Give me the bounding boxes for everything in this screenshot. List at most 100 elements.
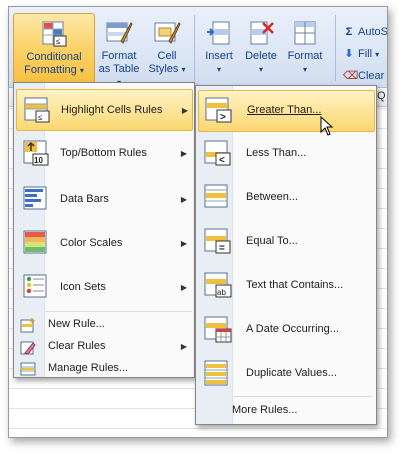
submenu-arrow-icon: ▶ — [180, 238, 187, 248]
top-bottom-icon: 10 — [23, 140, 49, 166]
submenu-item-label: Between... — [246, 191, 298, 203]
clear-label: Clear — [358, 70, 385, 82]
chevron-down-icon: ▾ — [258, 65, 263, 74]
chevron-down-icon: ▾ — [79, 66, 84, 75]
data-bars-icon — [23, 186, 47, 210]
fill-button[interactable]: ⬇ Fill ▾ — [343, 45, 379, 63]
menu-item-icon-sets[interactable]: Icon Sets ▶ — [16, 267, 191, 307]
chevron-down-icon: ▾ — [216, 65, 221, 74]
cond-format-label-1: Conditional — [26, 51, 82, 63]
submenu-arrow-icon: ▶ — [180, 194, 187, 204]
fill-down-icon: ⬇ — [344, 48, 354, 60]
menu-item-label: Manage Rules... — [48, 362, 129, 374]
delete-button[interactable]: Delete ▾ — [241, 13, 281, 87]
format-table-label-2: as Table — [98, 63, 140, 75]
format-cells-icon — [294, 21, 316, 45]
equal-to-icon: = — [204, 228, 231, 254]
highlight-cells-submenu: > Greater Than... < Less Than... Between… — [195, 85, 377, 425]
submenu-item-text-contains[interactable]: ab Text that Contains... — [198, 266, 373, 306]
format-label: Format — [287, 50, 323, 62]
menu-item-color-scales[interactable]: Color Scales ▶ — [16, 223, 191, 263]
menu-item-label: Highlight Cells Rules — [61, 104, 163, 116]
autosum-label: AutoS — [358, 26, 388, 38]
submenu-arrow-icon: ▶ — [180, 342, 187, 351]
manage-rules-icon — [20, 362, 36, 376]
text-contains-icon: ab — [204, 272, 232, 298]
menu-item-label: Color Scales — [60, 237, 123, 249]
menu-item-label: Clear Rules — [48, 340, 106, 352]
menu-item-data-bars[interactable]: Data Bars ▶ — [16, 179, 191, 219]
submenu-item-greater-than[interactable]: > Greater Than... — [198, 90, 375, 132]
submenu-item-more-rules[interactable]: More Rules... — [198, 400, 373, 420]
svg-text:<: < — [219, 155, 225, 166]
submenu-item-label: Greater Than... — [247, 104, 322, 116]
menu-item-highlight-cells-rules[interactable]: ≤ Highlight Cells Rules ▶ — [16, 89, 193, 131]
conditional-formatting-icon: ≤ — [42, 21, 67, 47]
cell-styles-icon — [154, 22, 181, 44]
color-scales-icon — [23, 230, 47, 254]
insert-cells-icon — [207, 21, 230, 45]
eraser-icon: ⌫ — [343, 70, 359, 82]
svg-text:ab: ab — [217, 288, 226, 297]
cell-styles-label-1: Cell — [157, 50, 177, 62]
fill-label: Fill — [358, 48, 373, 60]
submenu-item-label: Duplicate Values... — [246, 367, 337, 379]
svg-text:=: = — [219, 243, 225, 254]
mouse-cursor-icon — [320, 116, 334, 136]
delete-cells-icon — [250, 21, 274, 45]
format-as-table-button[interactable]: Format as Table ▾ — [97, 13, 141, 87]
submenu-item-duplicate-values[interactable]: Duplicate Values... — [198, 354, 373, 394]
submenu-arrow-icon: ▶ — [180, 148, 187, 158]
submenu-arrow-icon: ▶ — [180, 282, 187, 292]
submenu-item-label: A Date Occurring... — [246, 323, 339, 335]
menu-item-label: Data Bars — [60, 193, 109, 205]
svg-text:≤: ≤ — [56, 37, 61, 46]
ribbon-separator — [335, 15, 336, 81]
menu-separator — [46, 311, 192, 312]
insert-button[interactable]: Insert ▾ — [199, 13, 239, 87]
sigma-icon: Σ — [345, 26, 353, 38]
new-rule-icon — [20, 318, 35, 333]
svg-text:>: > — [220, 112, 226, 123]
between-icon — [204, 184, 228, 208]
menu-item-new-rule[interactable]: New Rule... — [16, 315, 191, 335]
clear-button[interactable]: ⌫Clear — [343, 67, 384, 85]
less-than-icon: < — [204, 140, 231, 166]
submenu-item-label: Less Than... — [246, 147, 307, 159]
highlight-cells-icon: ≤ — [24, 97, 50, 123]
insert-label: Insert — [205, 50, 233, 62]
cell-styles-label-2: Styles — [148, 63, 179, 75]
submenu-arrow-icon: ▶ — [181, 105, 188, 115]
ribbon-separator — [194, 15, 195, 81]
icon-sets-icon — [23, 274, 47, 298]
submenu-item-equal-to[interactable]: = Equal To... — [198, 222, 373, 262]
clear-rules-icon — [20, 341, 36, 355]
menu-item-label: New Rule... — [48, 318, 105, 330]
submenu-item-date-occurring[interactable]: A Date Occurring... — [198, 310, 373, 350]
menu-item-manage-rules[interactable]: Manage Rules... — [16, 359, 191, 379]
conditional-formatting-menu: ≤ Highlight Cells Rules ▶ 10 Top/Bottom … — [13, 82, 195, 378]
menu-separator — [234, 396, 372, 397]
svg-text:≤: ≤ — [38, 113, 43, 122]
cond-format-label-2: Formatting — [24, 64, 77, 76]
duplicate-values-icon — [204, 360, 228, 386]
format-table-icon — [106, 22, 133, 44]
submenu-item-label: More Rules... — [232, 404, 298, 416]
submenu-item-label: Equal To... — [246, 235, 298, 247]
conditional-formatting-button[interactable]: ≤ Conditional Formatting ▾ — [13, 13, 95, 89]
menu-item-clear-rules[interactable]: Clear Rules ▶ — [16, 337, 191, 357]
format-button[interactable]: Format ▾ — [283, 13, 327, 87]
submenu-item-between[interactable]: Between... — [198, 178, 373, 218]
format-table-label-1: Format — [101, 50, 137, 62]
cell-styles-button[interactable]: Cell Styles ▾ — [145, 13, 189, 87]
ribbon: ≤ Conditional Formatting ▾ Format as Tab… — [9, 7, 388, 89]
submenu-item-label: Text that Contains... — [246, 279, 344, 291]
chevron-down-icon: ▾ — [181, 65, 186, 74]
date-occurring-icon — [204, 316, 232, 343]
column-header-q[interactable]: Q — [377, 90, 386, 102]
greater-than-icon: > — [205, 97, 232, 123]
submenu-item-less-than[interactable]: < Less Than... — [198, 134, 373, 174]
autosum-button[interactable]: Σ AutoS — [343, 23, 388, 41]
menu-item-top-bottom-rules[interactable]: 10 Top/Bottom Rules ▶ — [16, 133, 191, 173]
chevron-down-icon: ▾ — [302, 65, 307, 74]
